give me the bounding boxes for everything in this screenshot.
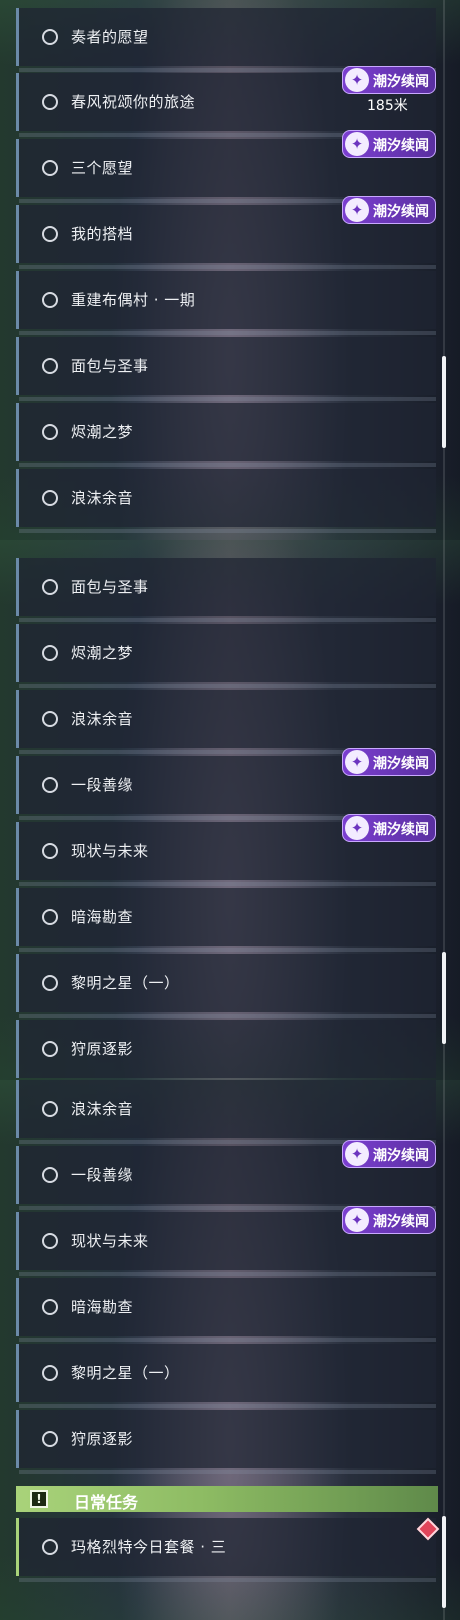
badge-label: 潮汐续闻 bbox=[373, 1214, 429, 1230]
quest-row[interactable]: 暗海勘查 bbox=[16, 888, 436, 952]
rising-tides-badge: ✦ 潮汐续闻 bbox=[342, 196, 436, 224]
quest-row[interactable]: 黎明之星（一） bbox=[16, 1344, 436, 1408]
section-title: 日常任务 bbox=[74, 1493, 139, 1512]
rising-tides-badge: ✦ 潮汐续闻 bbox=[342, 130, 436, 158]
rising-tides-icon: ✦ bbox=[345, 1142, 369, 1166]
quest-row[interactable]: 面包与圣事 bbox=[16, 558, 436, 622]
radio-icon bbox=[42, 909, 58, 925]
radio-icon bbox=[42, 1041, 58, 1057]
scrollbar-track[interactable] bbox=[443, 0, 445, 540]
quest-label: 面包与圣事 bbox=[71, 357, 149, 375]
quest-label: 黎明之星（一） bbox=[71, 1364, 180, 1382]
quest-row[interactable]: 狩原逐影 bbox=[16, 1410, 436, 1474]
quest-label: 黎明之星（一） bbox=[71, 974, 180, 992]
radio-icon bbox=[42, 975, 58, 991]
rising-tides-icon: ✦ bbox=[345, 1208, 369, 1232]
quest-label: 重建布偶村 · 一期 bbox=[71, 291, 196, 309]
radio-icon bbox=[42, 94, 58, 110]
radio-icon bbox=[42, 490, 58, 506]
scrollbar-thumb[interactable] bbox=[442, 952, 446, 1044]
quest-label: 面包与圣事 bbox=[71, 578, 149, 596]
radio-icon bbox=[42, 226, 58, 242]
quest-label: 浪沫余音 bbox=[71, 489, 134, 507]
quest-label: 暗海勘查 bbox=[71, 908, 134, 926]
radio-icon bbox=[42, 1431, 58, 1447]
rising-tides-badge: ✦ 潮汐续闻 bbox=[342, 814, 436, 842]
radio-icon bbox=[42, 1101, 58, 1117]
quest-row[interactable]: 浪沫余音 bbox=[16, 1080, 436, 1144]
quest-label: 狩原逐影 bbox=[71, 1040, 134, 1058]
radio-icon bbox=[42, 579, 58, 595]
radio-icon bbox=[42, 1233, 58, 1249]
badge-label: 潮汐续闻 bbox=[373, 138, 429, 154]
exclamation-icon: ! bbox=[30, 1490, 48, 1508]
quest-panel-1: 奏者的愿望 春风祝颂你的旅途 三个愿望 我的搭档 重建布偶村 · 一期 面包与圣… bbox=[0, 0, 460, 540]
badge-label: 潮汐续闻 bbox=[373, 74, 429, 90]
radio-icon bbox=[42, 358, 58, 374]
rising-tides-badge: ✦ 潮汐续闻 bbox=[342, 66, 436, 94]
radio-icon bbox=[42, 160, 58, 176]
radio-icon bbox=[42, 1365, 58, 1381]
quest-label: 三个愿望 bbox=[71, 159, 134, 177]
quest-row[interactable]: 烬潮之梦 bbox=[16, 403, 436, 467]
quest-label: 春风祝颂你的旅途 bbox=[71, 93, 196, 111]
rising-tides-icon: ✦ bbox=[345, 750, 369, 774]
radio-icon bbox=[42, 292, 58, 308]
quest-label: 浪沫余音 bbox=[71, 710, 134, 728]
radio-icon bbox=[42, 29, 58, 45]
quest-row[interactable]: 浪沫余音 bbox=[16, 690, 436, 754]
quest-row[interactable]: 浪沫余音 bbox=[16, 469, 436, 533]
radio-icon bbox=[42, 711, 58, 727]
rising-tides-icon: ✦ bbox=[345, 816, 369, 840]
rising-tides-badge: ✦ 潮汐续闻 bbox=[342, 748, 436, 776]
radio-icon bbox=[42, 777, 58, 793]
quest-label: 烬潮之梦 bbox=[71, 644, 134, 662]
quest-distance: 185米 bbox=[367, 98, 408, 114]
quest-label: 一段善缘 bbox=[71, 1166, 134, 1184]
quest-row[interactable]: 烬潮之梦 bbox=[16, 624, 436, 688]
radio-icon bbox=[42, 1299, 58, 1315]
radio-icon bbox=[42, 1539, 58, 1555]
radio-icon bbox=[42, 424, 58, 440]
quest-label: 我的搭档 bbox=[71, 225, 134, 243]
quest-row[interactable]: 奏者的愿望 bbox=[16, 8, 436, 72]
rising-tides-badge: ✦ 潮汐续闻 bbox=[342, 1206, 436, 1234]
quest-label: 暗海勘查 bbox=[71, 1298, 134, 1316]
radio-icon bbox=[42, 645, 58, 661]
quest-label: 现状与未来 bbox=[71, 1232, 149, 1250]
quest-label: 浪沫余音 bbox=[71, 1100, 134, 1118]
radio-icon bbox=[42, 843, 58, 859]
scrollbar-thumb[interactable] bbox=[442, 1516, 446, 1608]
quest-label: 玛格烈特今日套餐 · 三 bbox=[71, 1538, 227, 1556]
quest-label: 奏者的愿望 bbox=[71, 28, 149, 46]
quest-row[interactable]: 狩原逐影 bbox=[16, 1020, 436, 1078]
rising-tides-icon: ✦ bbox=[345, 198, 369, 222]
daily-quests-header[interactable]: ! 日常任务 bbox=[16, 1486, 438, 1512]
quest-label: 一段善缘 bbox=[71, 776, 134, 794]
rising-tides-icon: ✦ bbox=[345, 68, 369, 92]
quest-row[interactable]: 黎明之星（一） bbox=[16, 954, 436, 1018]
rising-tides-badge: ✦ 潮汐续闻 bbox=[342, 1140, 436, 1168]
quest-label: 烬潮之梦 bbox=[71, 423, 134, 441]
quest-label: 现状与未来 bbox=[71, 842, 149, 860]
badge-label: 潮汐续闻 bbox=[373, 756, 429, 772]
scrollbar-thumb[interactable] bbox=[442, 356, 446, 448]
rising-tides-icon: ✦ bbox=[345, 132, 369, 156]
quest-row[interactable]: 暗海勘查 bbox=[16, 1278, 436, 1342]
quest-row[interactable]: 面包与圣事 bbox=[16, 337, 436, 401]
badge-label: 潮汐续闻 bbox=[373, 1148, 429, 1164]
quest-panel-3: 浪沫余音 一段善缘 现状与未来 暗海勘查 黎明之星（一） 狩原逐影 ✦ 潮汐续闻… bbox=[0, 1080, 460, 1620]
quest-row-daily[interactable]: 玛格烈特今日套餐 · 三 bbox=[16, 1518, 436, 1582]
quest-panel-2: 面包与圣事 烬潮之梦 浪沫余音 一段善缘 现状与未来 暗海勘查 黎明之星（一） … bbox=[0, 540, 460, 1080]
quest-row[interactable]: 重建布偶村 · 一期 bbox=[16, 271, 436, 335]
quest-label: 狩原逐影 bbox=[71, 1430, 134, 1448]
badge-label: 潮汐续闻 bbox=[373, 822, 429, 838]
radio-icon bbox=[42, 1167, 58, 1183]
badge-label: 潮汐续闻 bbox=[373, 204, 429, 220]
